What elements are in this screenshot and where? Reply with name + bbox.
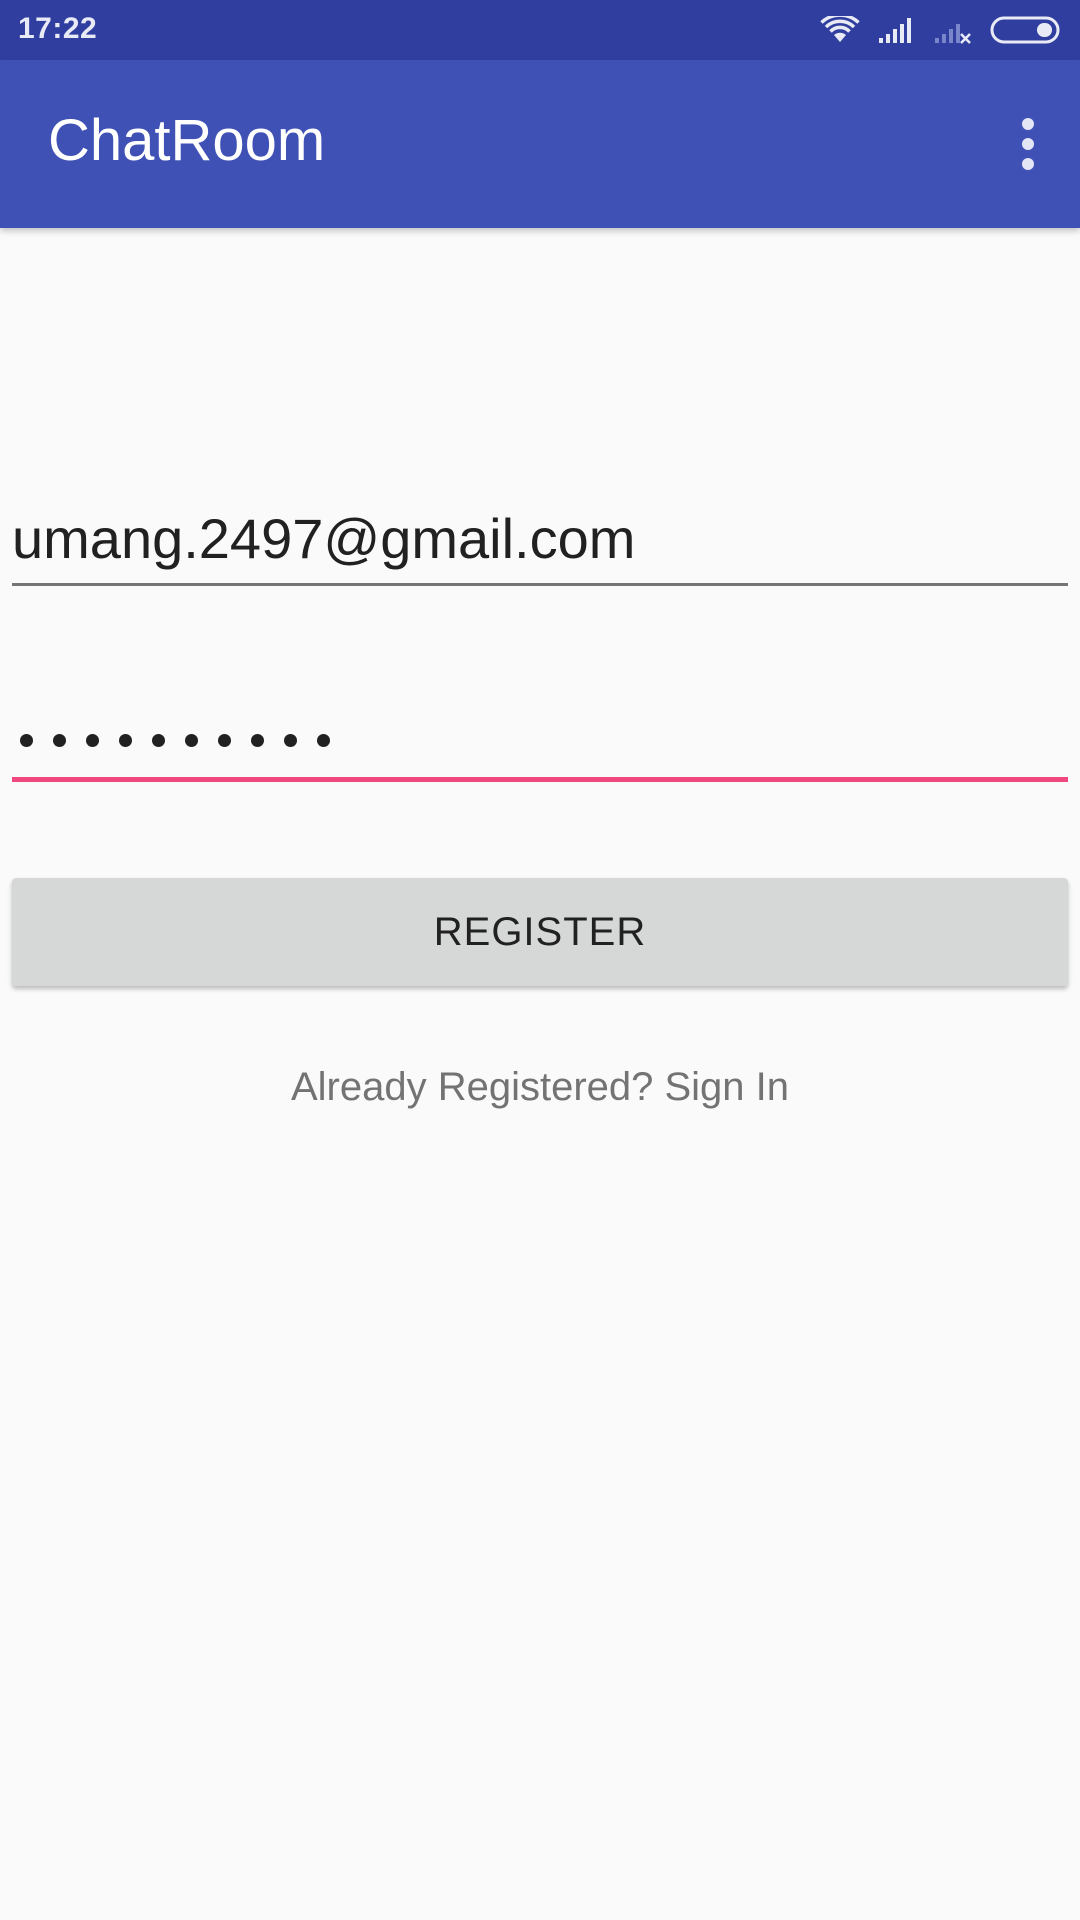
password-dot [317,734,330,747]
password-dot [284,734,297,747]
password-dot [185,734,198,747]
password-field[interactable] [12,690,1068,782]
status-icons [820,14,1062,46]
password-dot [218,734,231,747]
password-dot [119,734,132,747]
more-vert-icon[interactable] [998,112,1058,176]
password-dot [152,734,165,747]
register-button[interactable]: REGISTER [12,878,1068,986]
app-title: ChatRoom [48,108,326,173]
overflow-dot [1022,158,1034,170]
status-bar: 17:22 [0,0,1080,60]
password-mask [20,734,330,747]
signal-icon [879,18,911,43]
email-value: umang.2497@gmail.com [12,507,636,570]
password-dot [53,734,66,747]
email-field[interactable]: umang.2497@gmail.com [12,500,1068,586]
battery-icon [990,16,1060,44]
app-bar: ChatRoom [0,60,1080,228]
status-time: 17:22 [18,12,98,45]
overflow-dot [1022,138,1034,150]
password-dot [251,734,264,747]
signal-no-sim-icon [935,24,971,44]
password-dot [86,734,99,747]
wifi-icon [820,16,860,42]
overflow-dot [1022,118,1034,130]
sign-in-link[interactable]: Already Registered? Sign In [0,1065,1080,1110]
password-dot [20,734,33,747]
